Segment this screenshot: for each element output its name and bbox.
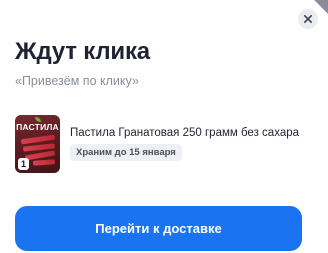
product-info: Пастила Гранатовая 250 грамм без сахара … [70,127,299,161]
product-thumbnail[interactable]: ПАСТИЛА 1 [15,115,60,173]
product-row[interactable]: ПАСТИЛА 1 Пастила Гранатовая 250 грамм б… [15,115,318,173]
storage-badge: Храним до 15 января [70,144,182,161]
go-to-delivery-button[interactable]: Перейти к доставке [15,206,302,251]
product-name[interactable]: Пастила Гранатовая 250 грамм без сахара [70,127,299,139]
quantity-badge: 1 [18,158,29,170]
thumbnail-label: ПАСТИЛА [16,122,59,132]
corner-fold [314,0,328,14]
dialog-subtitle: «Привезём по клику» [15,74,139,88]
close-button[interactable] [298,9,318,29]
dialog-title: Ждут клика [15,38,150,65]
close-icon [304,15,312,23]
pastila-piece [32,159,56,166]
